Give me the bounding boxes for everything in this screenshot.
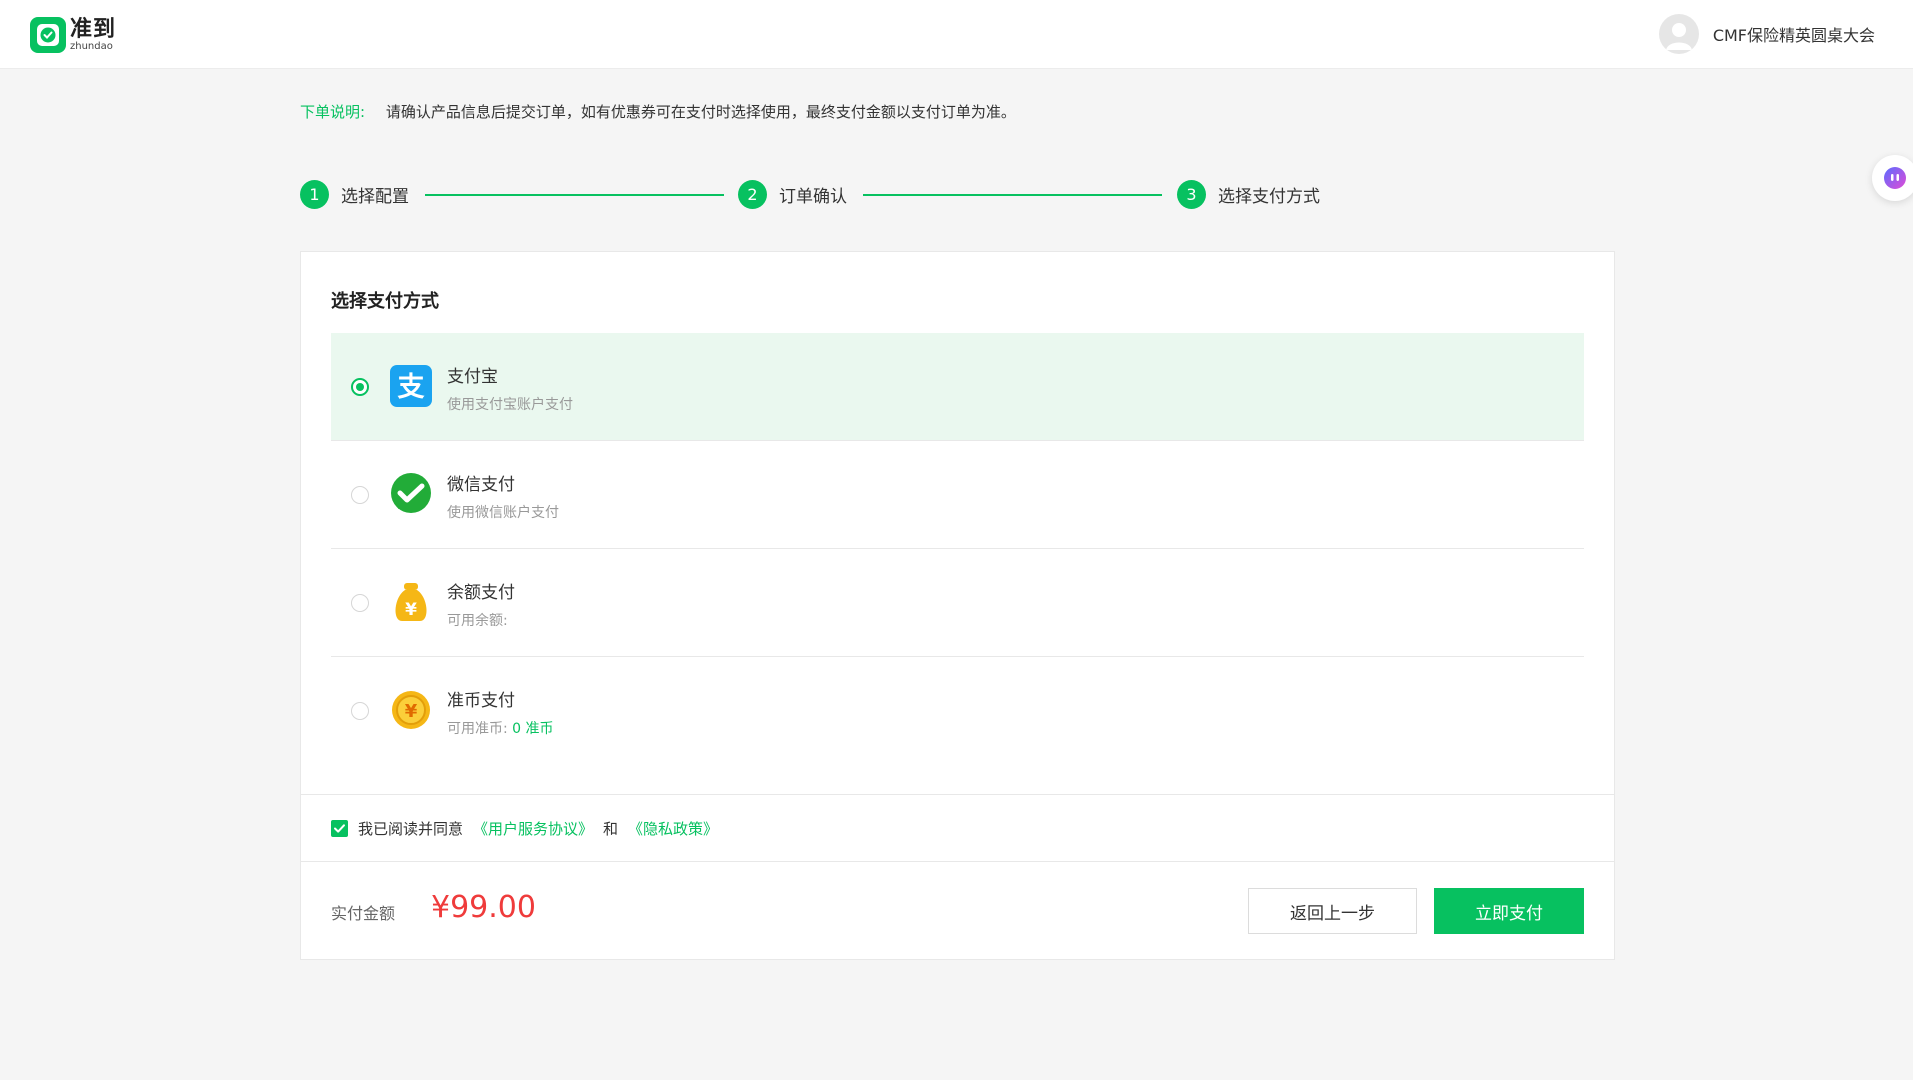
coin-balance-label: 可用准币: — [447, 721, 508, 737]
user-name[interactable]: CMF保险精英圆桌大会 — [1713, 22, 1875, 46]
assistant-icon — [1884, 167, 1906, 189]
radio-balance[interactable] — [351, 594, 369, 612]
logo-subtext: zhundao — [70, 40, 113, 52]
logo-text: 准到 — [70, 16, 117, 42]
panel-title: 选择支付方式 — [331, 291, 439, 312]
svg-text:支: 支 — [398, 372, 425, 403]
notice-text: 请确认产品信息后提交订单，如有优惠券可在支付时选择使用，最终支付金额以支付订单为… — [385, 103, 1016, 121]
agreement-checkbox[interactable] — [331, 819, 348, 837]
payment-method-alipay[interactable]: 支 支付宝 使用支付宝账户支付 — [331, 333, 1584, 441]
payment-method-balance[interactable]: ¥ 余额支付 可用余额: — [331, 549, 1584, 657]
order-notice: 下单说明: 请确认产品信息后提交订单，如有优惠券可在支付时选择使用，最终支付金额… — [300, 101, 1016, 122]
payment-method-wechat[interactable]: 微信支付 使用微信账户支付 — [331, 441, 1584, 549]
payment-panel: 选择支付方式 支 支付宝 使用支付宝账户支付 微信支付 使用微信账户支付 ¥ 余… — [300, 251, 1615, 960]
agreement-and: 和 — [603, 819, 619, 838]
avatar[interactable] — [1658, 14, 1699, 54]
wechat-pay-icon — [390, 473, 432, 515]
money-bag-icon: ¥ — [390, 581, 432, 623]
pay-now-button[interactable]: 立即支付 — [1434, 888, 1584, 934]
radio-coin[interactable] — [351, 702, 369, 720]
step-3: 3 选择支付方式 — [1177, 180, 1320, 209]
agreement-row: 我已阅读并同意 《用户服务协议》 和 《隐私政策》 — [301, 794, 1614, 862]
logo[interactable]: 准到 zhundao — [30, 17, 116, 53]
step-2: 2 订单确认 — [738, 180, 847, 209]
privacy-policy-link[interactable]: 《隐私政策》 — [628, 818, 718, 839]
step-connector — [863, 194, 1162, 196]
clock-check-icon — [30, 17, 66, 53]
payment-method-coin[interactable]: ¥ 准币支付 可用准币: 0 准币 — [331, 657, 1584, 765]
alipay-icon: 支 — [390, 365, 432, 407]
svg-text:¥: ¥ — [405, 701, 418, 722]
step-number: 2 — [738, 180, 767, 209]
method-name: 准币支付 — [447, 691, 515, 711]
user-menu[interactable]: CMF保险精英圆桌大会 — [1658, 14, 1875, 54]
notice-label: 下单说明: — [300, 103, 366, 121]
step-number: 1 — [300, 180, 329, 209]
amount-value: ¥99.00 — [431, 890, 536, 925]
payment-method-list: 支 支付宝 使用支付宝账户支付 微信支付 使用微信账户支付 ¥ 余额支付 可用余… — [331, 333, 1584, 765]
assistant-widget[interactable] — [1872, 155, 1913, 201]
radio-wechat[interactable] — [351, 486, 369, 504]
method-desc: 使用支付宝账户支付 — [447, 397, 573, 413]
coin-balance-value: 0 准币 — [512, 721, 554, 737]
step-1: 1 选择配置 — [300, 180, 409, 209]
user-icon — [1665, 23, 1692, 50]
method-name: 余额支付 — [447, 583, 515, 603]
step-label: 选择支付方式 — [1218, 187, 1320, 207]
method-desc: 使用微信账户支付 — [447, 505, 559, 521]
agreement-text: 我已阅读并同意 — [358, 819, 464, 838]
back-button[interactable]: 返回上一步 — [1248, 888, 1417, 934]
top-header: 准到 zhundao CMF保险精英圆桌大会 — [0, 0, 1913, 69]
step-number: 3 — [1177, 180, 1206, 209]
amount-label: 实付金额 — [331, 904, 396, 923]
coin-icon: ¥ — [390, 689, 432, 731]
user-agreement-link[interactable]: 《用户服务协议》 — [473, 818, 593, 839]
step-label: 选择配置 — [341, 187, 409, 207]
method-name: 支付宝 — [447, 367, 498, 387]
svg-text:¥: ¥ — [405, 600, 417, 620]
step-connector — [425, 194, 724, 196]
step-progress: 1 选择配置 2 订单确认 3 选择支付方式 — [300, 180, 1323, 212]
check-icon — [334, 823, 345, 833]
method-desc: 可用准币: 0 准币 — [447, 718, 554, 738]
method-name: 微信支付 — [447, 475, 515, 495]
method-desc: 可用余额: — [447, 613, 508, 629]
step-label: 订单确认 — [779, 187, 847, 207]
radio-alipay[interactable] — [351, 378, 369, 396]
payment-footer: 实付金额 ¥99.00 返回上一步 立即支付 — [301, 862, 1614, 959]
